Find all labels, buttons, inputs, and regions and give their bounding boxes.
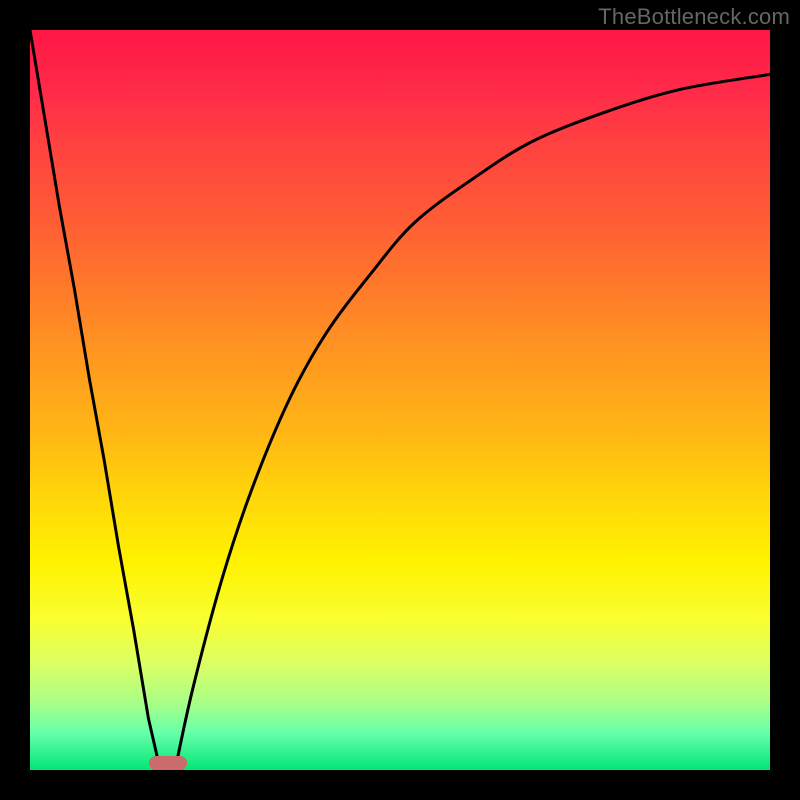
optimum-marker bbox=[149, 756, 187, 770]
bottleneck-curve bbox=[30, 30, 770, 770]
curve-path-right bbox=[175, 74, 770, 770]
plot-area bbox=[30, 30, 770, 770]
curve-path-left bbox=[30, 30, 160, 770]
chart-frame: TheBottleneck.com bbox=[0, 0, 800, 800]
attribution-label: TheBottleneck.com bbox=[598, 4, 790, 30]
